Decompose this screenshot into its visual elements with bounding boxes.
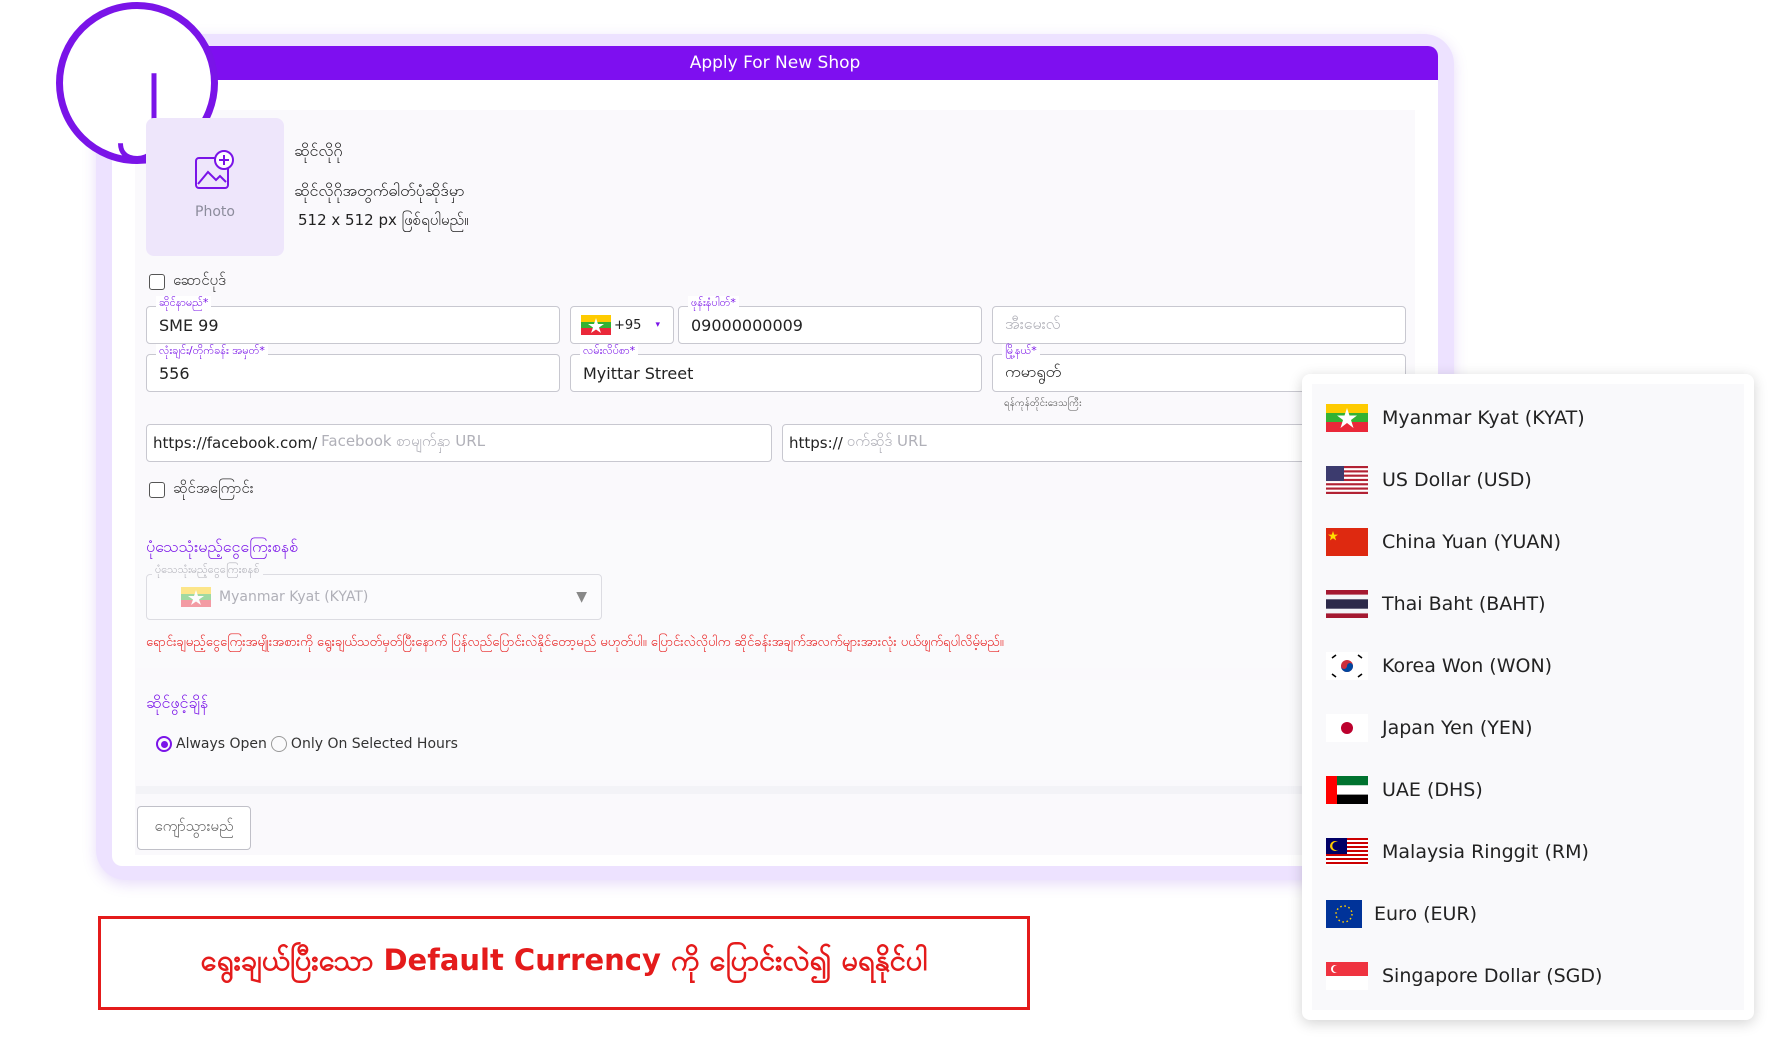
currency-option-label: Thai Baht (BAHT) — [1382, 593, 1546, 615]
shop-name-label: ဆိုင်နာမည်* — [156, 296, 212, 312]
website-url-input[interactable]: https:// ဝက်ဆိုဒ် URL — [782, 424, 1312, 462]
phone-code-select[interactable]: +95 ▾ — [570, 306, 674, 344]
mm-flag-icon — [181, 587, 211, 607]
checkbox-box[interactable] — [149, 274, 165, 290]
currency-option-usd[interactable]: US Dollar (USD) — [1326, 458, 1736, 502]
phone-value: 09000000009 — [691, 315, 803, 335]
website-placeholder: ဝက်ဆိုဒ် URL — [846, 432, 927, 450]
house-number-value: 556 — [159, 363, 190, 383]
facebook-placeholder: Facebook စာမျက်နှာ URL — [321, 432, 486, 450]
skip-button[interactable]: ကျော်သွားမည် — [137, 806, 251, 850]
currency-option-dhs[interactable]: UAE (DHS) — [1326, 768, 1736, 812]
cover-checkbox[interactable]: ဆောင်ပုဒ် — [149, 271, 226, 293]
township-region-hint: ရန်ကုန်တိုင်းဒေသကြီး — [1004, 398, 1082, 409]
currency-option-label: Singapore Dollar (SGD) — [1382, 965, 1603, 987]
kr-flag-icon — [1326, 652, 1368, 680]
cover-checkbox-label: ဆောင်ပုဒ် — [173, 271, 226, 289]
currency-option-yen[interactable]: Japan Yen (YEN) — [1326, 706, 1736, 750]
sg-flag-icon — [1326, 962, 1368, 990]
photo-label: Photo — [195, 204, 235, 220]
currency-option-label: Euro (EUR) — [1374, 903, 1478, 925]
about-checkbox-label: ဆိုင်အကြောင်း — [173, 479, 254, 497]
currency-option-label: Korea Won (WON) — [1382, 655, 1553, 677]
ae-flag-icon — [1326, 776, 1368, 804]
currency-warning: ရောင်းချမည့်ငွေကြေးအမျိုးအစားကို ရွေးချယ… — [146, 635, 1004, 650]
jp-flag-icon — [1326, 714, 1368, 742]
window-title: Apply For New Shop — [112, 46, 1438, 80]
currency-field-label: ပုံသေသုံးမည့်ငွေကြေးစနစ် — [152, 563, 263, 579]
currency-option-label: Malaysia Ringgit (RM) — [1382, 841, 1589, 863]
currency-option-label: US Dollar (USD) — [1382, 469, 1532, 491]
email-placeholder: အီးမေးလ် — [1005, 314, 1061, 333]
divider — [136, 786, 1316, 794]
currency-option-kyat[interactable]: Myanmar Kyat (KYAT) — [1326, 396, 1736, 440]
logo-title: ဆိုင်လိုဂို — [294, 141, 343, 160]
currency-selected-value: Myanmar Kyat (KYAT) — [219, 589, 369, 605]
phone-label: ဖုန်းနံပါတ်* — [688, 296, 739, 312]
township-label: မြို့နယ်* — [1002, 344, 1040, 360]
currency-option-label: UAE (DHS) — [1382, 779, 1483, 801]
currency-select[interactable]: Myanmar Kyat (KYAT) ▼ — [146, 574, 602, 620]
mm-flag-icon — [581, 315, 611, 335]
opening-hours-title: ဆိုင်ဖွင့်ချိန် — [146, 693, 209, 712]
street-value: Myittar Street — [583, 363, 694, 383]
us-flag-icon — [1326, 466, 1368, 494]
currency-section-title: ပုံသေသုံးမည့်ငွေကြေးစနစ် — [146, 537, 299, 556]
facebook-url-input[interactable]: https://facebook.com/ Facebook စာမျက်နှာ… — [146, 424, 772, 462]
email-input[interactable]: အီးမေးလ် — [992, 306, 1406, 344]
photo-upload[interactable]: Photo — [146, 118, 284, 256]
street-label: လမ်းလိပ်စာ* — [580, 344, 639, 360]
always-open-label: Always Open — [176, 736, 267, 752]
logo-desc-line1: ဆိုင်လိုဂိုအတွက်ဓါတ်ပုံဆိုဒ်မှာ — [294, 181, 465, 200]
eu-flag-icon — [1326, 900, 1362, 928]
add-image-icon — [195, 150, 234, 189]
currency-option-sgd[interactable]: Singapore Dollar (SGD) — [1326, 954, 1736, 998]
currency-option-won[interactable]: Korea Won (WON) — [1326, 644, 1736, 688]
chevron-down-icon: ▾ — [655, 320, 660, 330]
callout-note: ရွေးချယ်ပြီးသော Default Currency ကို ပြေ… — [98, 916, 1030, 1010]
currency-option-eur[interactable]: Euro (EUR) — [1326, 892, 1736, 936]
opening-hours-radio-group: Always Open Only On Selected Hours — [156, 736, 458, 752]
cn-flag-icon — [1326, 528, 1368, 556]
currency-option-label: Japan Yen (YEN) — [1382, 717, 1533, 739]
chevron-down-icon: ▼ — [576, 589, 587, 605]
phone-code-value: +95 — [614, 317, 642, 333]
house-number-label: လုံးချင်း/တိုက်ခန်း အမှတ်* — [156, 344, 268, 360]
always-open-radio[interactable] — [156, 736, 172, 752]
currency-option-baht[interactable]: Thai Baht (BAHT) — [1326, 582, 1736, 626]
shop-name-value: SME 99 — [159, 315, 219, 335]
th-flag-icon — [1326, 590, 1368, 618]
currency-option-yuan[interactable]: China Yuan (YUAN) — [1326, 520, 1736, 564]
about-checkbox[interactable]: ဆိုင်အကြောင်း — [149, 479, 254, 501]
currency-option-label: China Yuan (YUAN) — [1382, 531, 1562, 553]
mm-flag-icon — [1326, 404, 1368, 432]
currency-option-ringgit[interactable]: Malaysia Ringgit (RM) — [1326, 830, 1736, 874]
currency-option-label: Myanmar Kyat (KYAT) — [1382, 407, 1585, 429]
selected-hours-label: Only On Selected Hours — [290, 736, 458, 752]
checkbox-box[interactable] — [149, 482, 165, 498]
opening-hours-section — [136, 680, 1316, 780]
logo-desc-line2: 512 x 512 px ဖြစ်ရပါမည်။ — [298, 211, 469, 229]
website-prefix: https:// — [789, 434, 843, 452]
selected-hours-radio[interactable] — [270, 736, 287, 752]
my-flag-icon — [1326, 838, 1368, 866]
facebook-prefix: https://facebook.com/ — [153, 434, 318, 452]
township-value: ကမာရွတ် — [1005, 362, 1062, 381]
